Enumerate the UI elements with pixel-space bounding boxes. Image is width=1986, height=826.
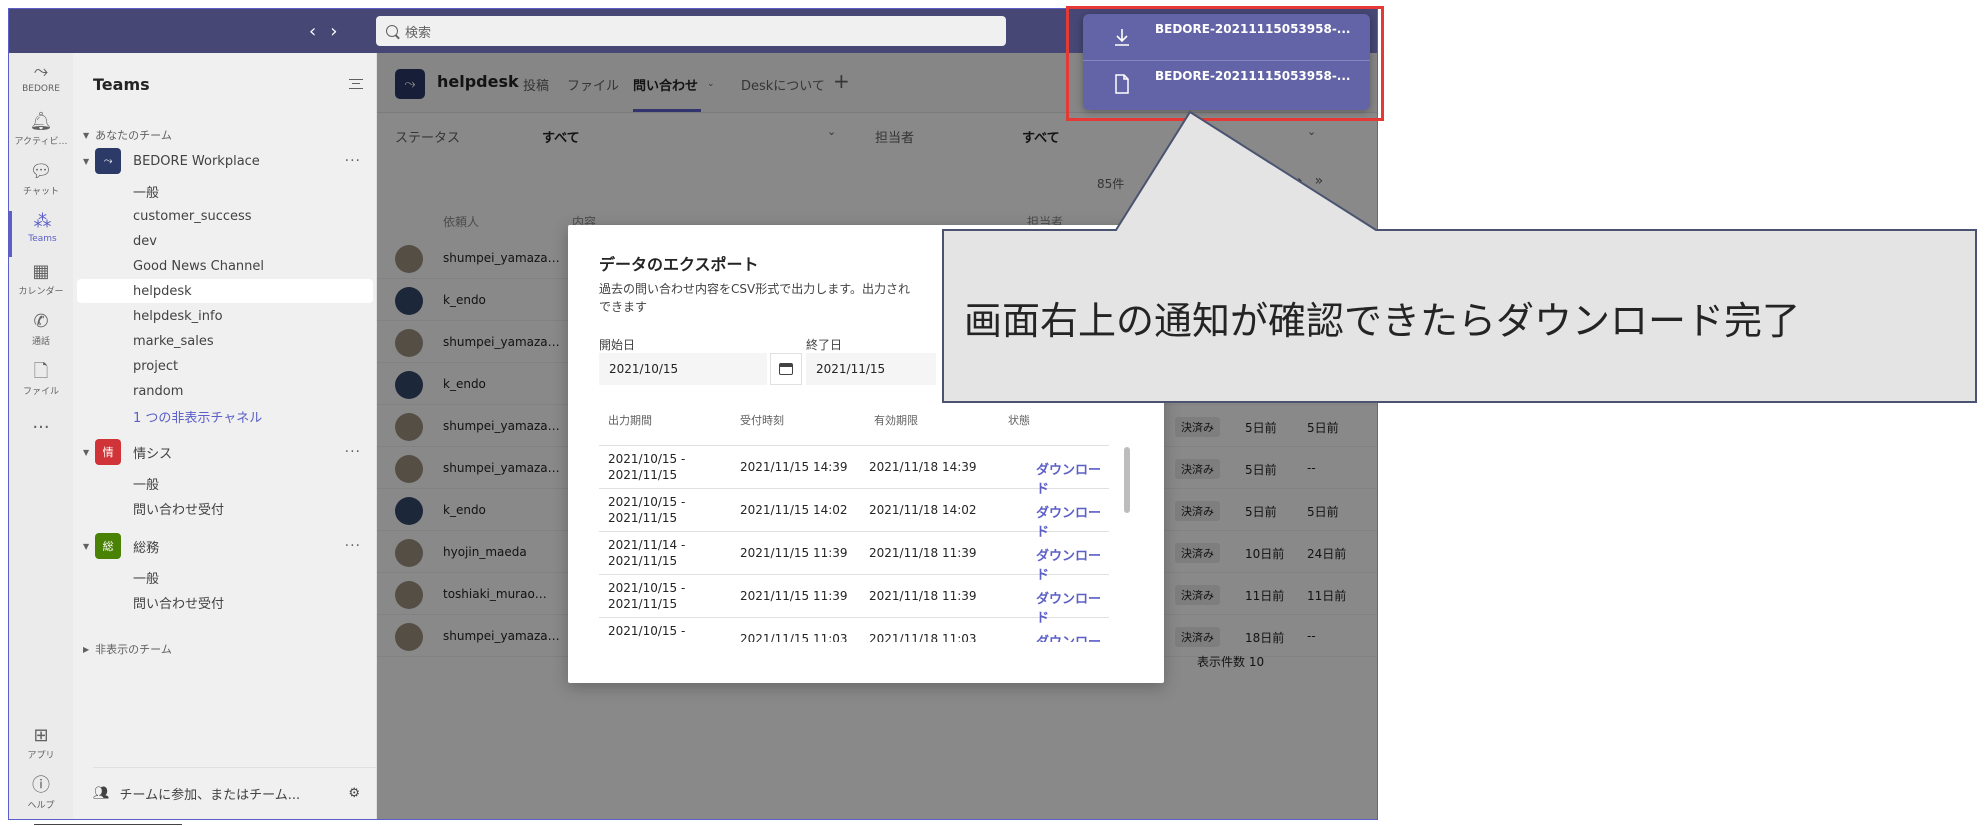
history-nav[interactable]: ‹›: [309, 21, 351, 42]
search-icon: [386, 25, 398, 37]
channel-item[interactable]: helpdesk_info: [73, 304, 377, 328]
hidden-teams-toggle[interactable]: ▶ 非表示のチーム: [73, 637, 377, 661]
divider: [34, 824, 182, 825]
channel-item[interactable]: project: [73, 354, 377, 378]
more-options-icon[interactable]: ···: [345, 153, 361, 169]
team-jousys[interactable]: ▼ 情 情シス ···: [73, 436, 377, 468]
more-icon: ···: [32, 417, 50, 438]
export-row: 2021/10/15 - 2021/11/15 2021/11/15 11:39 2…: [599, 575, 1109, 626]
start-date-input[interactable]: 2021/10/15: [599, 353, 767, 385]
download-link[interactable]: ダウンロード: [1036, 631, 1109, 642]
search-box[interactable]: 検索: [376, 16, 1006, 46]
join-team-bar[interactable]: 👥︎ チームに参加、またはチーム... ⚙: [93, 767, 376, 819]
rail-activity[interactable]: 🔔︎ アクティビ…: [9, 111, 73, 157]
end-date-input[interactable]: 2021/11/15: [806, 353, 936, 385]
calendar-button[interactable]: [770, 353, 802, 385]
rail-bedore[interactable]: ⤳ BEDORE: [9, 61, 73, 107]
start-date-label: 開始日: [599, 338, 636, 352]
end-date-label: 終了日: [806, 338, 843, 352]
settings-icon[interactable]: ⚙: [348, 786, 360, 801]
channel-item[interactable]: 問い合わせ受付: [73, 590, 377, 614]
team-bedore[interactable]: ▼ ⤳ BEDORE Workplace ···: [73, 145, 377, 177]
rail-calendar[interactable]: ▦ カレンダー: [9, 261, 73, 307]
rail-teams[interactable]: ⁂ Teams: [9, 211, 73, 257]
rail-files[interactable]: 🗋︎ ファイル: [9, 361, 73, 407]
rail-apps[interactable]: ⊞ アプリ: [9, 725, 73, 771]
file-icon: 🗋︎: [33, 361, 49, 382]
calendar-icon: ▦: [32, 261, 50, 282]
bedore-icon: ⤳: [33, 61, 49, 82]
more-options-icon[interactable]: ···: [345, 444, 361, 460]
apps-icon: ⊞: [33, 725, 49, 746]
calendar-icon: [779, 363, 793, 375]
rail-calls[interactable]: ✆ 通話: [9, 311, 73, 357]
section-your-teams[interactable]: ▼ あなたのチーム: [73, 123, 377, 147]
caret-right-icon: ▶: [83, 644, 90, 654]
rail-help[interactable]: ⓘ ヘルプ: [9, 775, 73, 819]
team-avatar: 総: [95, 533, 122, 559]
highlight-box: [1066, 6, 1384, 121]
chat-icon: 💬︎: [29, 161, 53, 182]
teams-sidebar: Teams ▼ あなたのチーム ▼ ⤳ BEDORE Workplace ··· …: [73, 53, 377, 819]
export-row: 2021/11/14 - 2021/11/15 2021/11/15 11:39 2…: [599, 532, 1109, 583]
channel-item[interactable]: 一般: [73, 471, 377, 495]
callout-text: 画面右上の通知が確認できたらダウンロード完了: [964, 299, 1801, 343]
col-accepted: 受付時刻: [740, 414, 784, 427]
channel-item[interactable]: 問い合わせ受付: [73, 496, 377, 520]
col-expires: 有効期限: [874, 414, 918, 427]
export-list: 2021/10/15 - 2021/11/15 2021/11/15 14:39 2…: [599, 446, 1109, 642]
rail-chat[interactable]: 💬︎ チャット: [9, 161, 73, 207]
team-soumu[interactable]: ▼ 総 総務 ···: [73, 530, 377, 562]
export-row: 2021/10/15 - 2021/11/15 2021/11/15 14:39 2…: [599, 446, 1109, 497]
caret-down-icon: ▼: [83, 447, 90, 457]
caret-down-icon: ▼: [83, 130, 90, 140]
sidebar-title: Teams: [93, 75, 150, 94]
teams-icon: ⁂: [33, 211, 52, 232]
channel-item[interactable]: 一般: [73, 565, 377, 589]
channel-item[interactable]: 一般: [73, 179, 377, 203]
scrollbar[interactable]: [1124, 447, 1130, 513]
channel-item[interactable]: random: [73, 379, 377, 403]
app-rail: ⤳ BEDORE 🔔︎ アクティビ… 💬︎ チャット ⁂ Teams ▦ カレンダー ✆ 通…: [9, 53, 73, 819]
team-avatar: 情: [95, 439, 122, 465]
caret-down-icon: ▼: [83, 156, 90, 166]
channel-item[interactable]: marke_sales: [73, 329, 377, 353]
channel-item-selected[interactable]: helpdesk: [77, 279, 373, 303]
bell-icon: 🔔︎: [29, 111, 53, 132]
phone-icon: ✆: [33, 311, 49, 332]
hidden-channels-link[interactable]: 1 つの非表示チャネル: [73, 404, 377, 428]
export-row: 2021/10/15 - 2021/11/15 2021/11/15 14:02 2…: [599, 489, 1109, 540]
more-options-icon[interactable]: ···: [345, 538, 361, 554]
dialog-description: 過去の問い合わせ内容をCSV形式で出力します。出力され できます: [599, 282, 911, 314]
rail-more[interactable]: ···: [9, 417, 73, 463]
search-placeholder: 検索: [405, 25, 432, 41]
channel-item[interactable]: Good News Channel: [73, 254, 377, 278]
team-avatar: ⤳: [95, 148, 122, 174]
people-add-icon: 👥︎: [93, 786, 110, 801]
col-state: 状態: [1008, 414, 1030, 427]
channel-item[interactable]: customer_success: [73, 204, 377, 228]
export-row: 2021/10/15 -2021/11/15 11:03 2021/11/18 1…: [599, 618, 1109, 642]
channel-item[interactable]: dev: [73, 229, 377, 253]
filter-icon[interactable]: [349, 79, 363, 89]
help-icon: ⓘ: [32, 775, 50, 796]
col-period: 出力期間: [608, 414, 652, 427]
dialog-title: データのエクスポート: [599, 255, 759, 274]
caret-down-icon: ▼: [83, 541, 90, 551]
